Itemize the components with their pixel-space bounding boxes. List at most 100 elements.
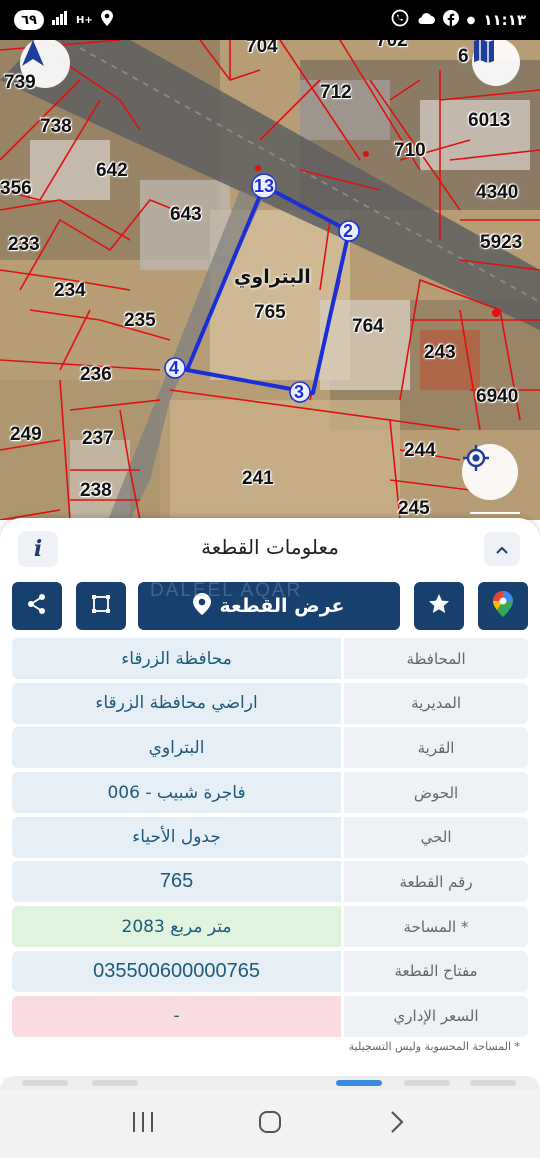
info-row-area: 2083 متر مربع المساحة * xyxy=(12,906,528,948)
corner-number: 4 xyxy=(169,358,180,378)
parcel-label[interactable]: 241 xyxy=(242,468,274,490)
directorate-value: اراضي محافظة الزرقاء xyxy=(12,682,342,724)
parcel-label[interactable]: 234 xyxy=(54,280,86,302)
parcel-label[interactable]: 243 xyxy=(424,342,456,364)
village-label: البتراوي xyxy=(234,266,311,288)
network-type: H+ xyxy=(76,14,93,26)
signal-icon xyxy=(52,11,68,29)
area-label: المساحة * xyxy=(344,906,528,948)
parcel-label[interactable]: 643 xyxy=(170,204,202,226)
parcel-label[interactable]: 764 xyxy=(352,316,384,338)
star-icon xyxy=(428,593,450,619)
tab-pill xyxy=(92,1080,138,1086)
recent-apps-button[interactable] xyxy=(123,1104,163,1144)
area-footnote: * المساحة المحسوبة وليس التسجيلية xyxy=(348,1040,520,1053)
show-plot-button[interactable]: عرض القطعة xyxy=(138,582,400,630)
parcel-label[interactable]: 245 xyxy=(398,498,430,520)
basin-value: فاجرة شبيب - 006 xyxy=(12,772,342,814)
bottom-tab-peek xyxy=(0,1076,540,1090)
action-bar: عرض القطعة xyxy=(0,582,540,632)
boundary-button[interactable] xyxy=(76,582,126,630)
dot-indicator: ● xyxy=(466,14,476,26)
google-maps-button[interactable] xyxy=(478,582,528,630)
map-view[interactable]: 704 702 6 739 712 6013 738 710 642 4340 … xyxy=(0,40,540,520)
parcel-label[interactable]: 238 xyxy=(80,480,112,502)
locate-me-button[interactable] xyxy=(462,444,518,500)
recent-apps-icon xyxy=(131,1111,155,1137)
map-pin-icon xyxy=(193,592,212,620)
parcel-label[interactable]: 356 xyxy=(0,178,32,200)
governorate-label: المحافظة xyxy=(344,638,528,679)
info-button[interactable]: i xyxy=(18,531,58,567)
plot-info-sheet: i معلومات القطعة عرض القطعة DALEEL AQAR … xyxy=(0,518,540,1078)
favorite-button[interactable] xyxy=(414,582,464,630)
plot-key-label: مفتاح القطعة xyxy=(344,950,528,992)
neighborhood-value: جدول الأحياء xyxy=(12,816,342,858)
tab-pill xyxy=(404,1080,450,1086)
parcel-label[interactable]: 6940 xyxy=(476,386,518,408)
parcel-label-selected[interactable]: 765 xyxy=(254,302,286,324)
village-value: البتراوي xyxy=(12,727,342,769)
tab-pill-active xyxy=(336,1080,382,1086)
parcel-label[interactable]: 712 xyxy=(320,82,352,104)
info-row-basin: فاجرة شبيب - 006 الحوض xyxy=(12,772,528,814)
sheet-title: معلومات القطعة xyxy=(201,535,339,559)
parcel-label[interactable]: 4340 xyxy=(476,182,518,204)
plot-number-label: رقم القطعة xyxy=(344,861,528,903)
plot-key-value: 035500600000765 xyxy=(12,950,342,992)
parcel-label[interactable]: 233 xyxy=(8,234,40,256)
info-row-governorate: محافظة الزرقاء المحافظة xyxy=(12,638,528,679)
info-row-admin-price: - السعر الإداري xyxy=(12,995,528,1037)
parcel-label[interactable]: 6013 xyxy=(468,110,510,132)
corner-number: 2 xyxy=(343,221,354,241)
share-icon xyxy=(26,593,48,619)
info-icon: i xyxy=(33,536,43,562)
share-button[interactable] xyxy=(12,582,62,630)
parcel-label[interactable]: 738 xyxy=(40,116,72,138)
parcel-label[interactable]: 710 xyxy=(394,140,426,162)
back-button[interactable] xyxy=(377,1104,417,1144)
layers-button[interactable] xyxy=(472,40,520,86)
corner-number: 13 xyxy=(254,176,275,196)
basin-label: الحوض xyxy=(344,772,528,814)
google-maps-icon xyxy=(493,591,513,621)
scale-bar xyxy=(470,510,520,514)
neighborhood-label: الحي xyxy=(344,816,528,858)
home-button[interactable] xyxy=(250,1104,290,1144)
parcel-label[interactable]: 237 xyxy=(82,428,114,450)
parcel-label[interactable]: 249 xyxy=(10,424,42,446)
area-value: 2083 متر مربع xyxy=(12,906,342,948)
parcel-label[interactable]: 6 xyxy=(458,46,469,68)
parcel-label[interactable]: 704 xyxy=(246,40,278,58)
system-nav-bar xyxy=(0,1090,540,1158)
collapse-button[interactable] xyxy=(484,532,520,566)
parcel-label[interactable]: 236 xyxy=(80,364,112,386)
parcel-label[interactable]: 642 xyxy=(96,160,128,182)
corner-number: 3 xyxy=(294,382,305,402)
village-label-field: القرية xyxy=(344,727,528,769)
tab-pill xyxy=(22,1080,68,1086)
notification-badge: ٦٩ xyxy=(14,10,44,30)
tab-pill xyxy=(470,1080,516,1086)
parcel-label[interactable]: 739 xyxy=(4,72,36,94)
parcel-label[interactable]: 702 xyxy=(376,40,408,52)
parcel-label[interactable]: 5923 xyxy=(480,232,522,254)
plot-info-table: محافظة الزرقاء المحافظة اراضي محافظة الز… xyxy=(12,638,528,1040)
parcel-label[interactable]: 244 xyxy=(404,440,436,462)
cloud-icon xyxy=(417,11,435,29)
sheet-header: i معلومات القطعة xyxy=(0,518,540,576)
admin-price-label: السعر الإداري xyxy=(344,995,528,1037)
home-icon xyxy=(258,1110,282,1138)
chevron-right-icon xyxy=(389,1110,405,1138)
polygon-icon xyxy=(90,593,112,619)
directorate-label: المديرية xyxy=(344,682,528,724)
status-bar: ٦٩ H+ ● ١١:١٣ xyxy=(0,0,540,40)
info-row-neighborhood: جدول الأحياء الحي xyxy=(12,816,528,858)
facebook-icon xyxy=(442,10,459,30)
parcel-label[interactable]: 235 xyxy=(124,310,156,332)
info-row-plot-key: 035500600000765 مفتاح القطعة xyxy=(12,950,528,992)
info-row-directorate: اراضي محافظة الزرقاء المديرية xyxy=(12,682,528,724)
info-row-village: البتراوي القرية xyxy=(12,727,528,769)
show-plot-label: عرض القطعة xyxy=(219,595,345,617)
whatsapp-icon xyxy=(391,9,409,31)
